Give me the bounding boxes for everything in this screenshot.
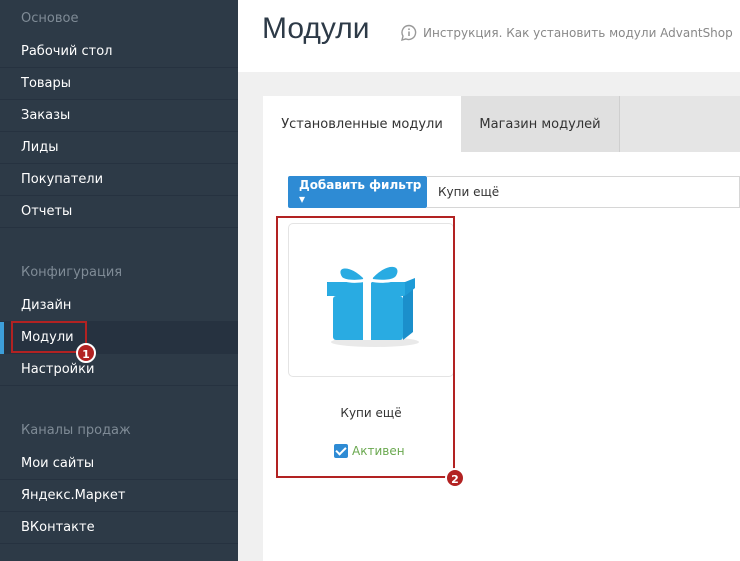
active-indicator (0, 322, 4, 354)
sidebar: Основое Рабочий стол Товары Заказы Лиды … (0, 0, 238, 561)
sidebar-item-dashboard[interactable]: Рабочий стол (0, 36, 238, 68)
sidebar-section-sales-channels: Каналы продаж (21, 423, 131, 438)
sidebar-item-products[interactable]: Товары (0, 68, 238, 100)
annotation-marker-1: 1 (76, 343, 96, 363)
tab-module-store[interactable]: Магазин модулей (461, 96, 620, 152)
sidebar-item-orders[interactable]: Заказы (0, 100, 238, 132)
page-header: Модули Инструкция. Как установить модули… (238, 0, 740, 72)
sidebar-section-configuration: Конфигурация (21, 265, 123, 280)
sidebar-item-customers[interactable]: Покупатели (0, 164, 238, 196)
sidebar-item-my-sites[interactable]: Мои сайты (0, 448, 238, 480)
sidebar-item-settings[interactable]: Настройки (0, 354, 238, 386)
add-filter-button[interactable]: Добавить фильтр ▾ (288, 176, 427, 208)
annotation-highlight-1 (11, 321, 87, 353)
sidebar-item-yandex-market[interactable]: Яндекс.Маркет (0, 480, 238, 512)
speech-bubble-info-icon (401, 24, 417, 42)
sidebar-item-vkontakte[interactable]: ВКонтакте (0, 512, 238, 544)
annotation-highlight-2 (276, 216, 455, 478)
help-link-text: Инструкция. Как установить модули Advant… (423, 26, 733, 40)
sidebar-item-leads[interactable]: Лиды (0, 132, 238, 164)
help-link[interactable]: Инструкция. Как установить модули Advant… (400, 24, 733, 42)
page-title: Модули (262, 12, 370, 45)
sidebar-item-design[interactable]: Дизайн (0, 290, 238, 322)
tab-bar: Установленные модули Магазин модулей (263, 96, 740, 152)
tab-installed-modules[interactable]: Установленные модули (263, 96, 461, 152)
sidebar-item-reports[interactable]: Отчеты (0, 196, 238, 228)
annotation-marker-2: 2 (445, 468, 465, 488)
search-input[interactable] (427, 176, 740, 208)
sidebar-section-main: Основое (21, 11, 79, 26)
